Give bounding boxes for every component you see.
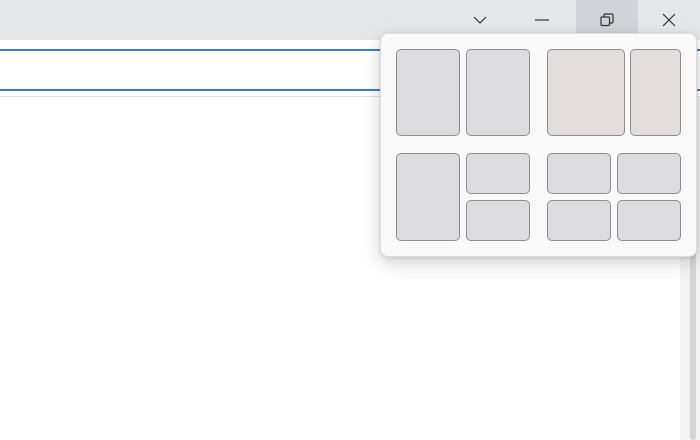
snap-zone-layout4-bottom-left[interactable] <box>547 200 611 241</box>
snap-zone-layout3-top-right[interactable] <box>466 153 530 194</box>
snap-zone-layout3-bottom-right[interactable] <box>466 200 530 241</box>
restore-icon <box>600 13 614 27</box>
snap-zone-layout4-top-left[interactable] <box>547 153 611 194</box>
snap-zone-layout2-left[interactable] <box>547 49 625 136</box>
snap-zone-layout3-left[interactable] <box>396 153 460 241</box>
snap-zone-layout1-right[interactable] <box>466 49 530 136</box>
snap-layouts-flyout <box>380 33 697 257</box>
chevron-down-icon <box>473 16 487 24</box>
snap-zone-layout2-right[interactable] <box>630 49 681 136</box>
minimize-icon <box>535 19 549 21</box>
snap-zone-layout4-bottom-right[interactable] <box>617 200 681 241</box>
snap-zone-layout4-top-right[interactable] <box>617 153 681 194</box>
close-icon <box>662 13 676 27</box>
snap-zone-layout1-left[interactable] <box>396 49 460 136</box>
